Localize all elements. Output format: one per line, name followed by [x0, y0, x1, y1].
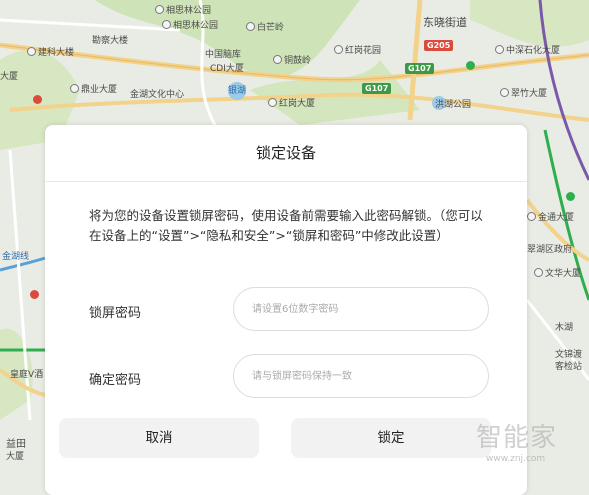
poi-icon	[495, 45, 504, 54]
lock-password-field[interactable]	[233, 287, 489, 331]
map-poi[interactable]: 白芒岭	[246, 22, 284, 33]
map-road-label: 金湖线	[2, 252, 30, 262]
map-poi[interactable]: 红岗花园	[334, 45, 381, 56]
lock-password-label: 锁屏密码	[89, 306, 142, 321]
map-poi[interactable]: 文华大厦	[534, 268, 581, 279]
confirm-password-input[interactable]	[234, 355, 488, 397]
map-poi[interactable]: 大厦	[0, 72, 18, 82]
poi-icon	[500, 88, 509, 97]
confirm-password-label: 确定密码	[89, 373, 142, 388]
map-poi[interactable]: 相思林公园	[162, 20, 218, 31]
poi-icon	[246, 22, 255, 31]
map-poi[interactable]: CDI大厦	[210, 64, 244, 74]
poi-icon	[70, 84, 79, 93]
confirm-password-field[interactable]	[233, 354, 489, 398]
title-divider	[45, 181, 527, 182]
map-poi[interactable]: 客检站	[555, 362, 582, 372]
metro-station-icon[interactable]	[466, 61, 475, 70]
map-poi[interactable]: 勘察大楼	[92, 36, 128, 46]
poi-icon	[155, 5, 164, 14]
metro-station-icon[interactable]	[566, 192, 575, 201]
lock-button[interactable]: 锁定	[291, 418, 491, 458]
watermark-url: www.znj.com	[486, 454, 546, 464]
watermark-logo-text: 智能家	[476, 423, 558, 453]
map-poi[interactable]: 铜鼓岭	[273, 55, 311, 66]
road-shield: G205	[424, 40, 454, 51]
map-poi[interactable]: 红岗大厦	[268, 98, 315, 109]
map-poi[interactable]: 皇庭V酒	[10, 370, 43, 380]
map-poi[interactable]: 金湖文化中心	[130, 90, 184, 100]
map-poi[interactable]: 木湖	[555, 323, 573, 333]
map-poi[interactable]: 益田	[6, 440, 26, 450]
watermark: 智能家 www.znj.com	[476, 417, 557, 464]
map-poi[interactable]: 银湖	[228, 86, 246, 96]
map-poi[interactable]: 翠湖区政府	[527, 245, 572, 255]
map-poi[interactable]: 金通大厦	[527, 212, 574, 223]
poi-icon	[273, 55, 282, 64]
poi-icon	[534, 268, 543, 277]
lock-device-dialog: 锁定设备 将为您的设备设置锁屏密码，使用设备前需要输入此密码解锁。（您可以在设备…	[45, 125, 527, 495]
poi-icon	[268, 98, 277, 107]
map-poi[interactable]: 中深石化大厦	[495, 45, 560, 56]
map-poi[interactable]: 文锦渡	[555, 350, 582, 360]
map-poi[interactable]: 翠竹大厦	[500, 88, 547, 99]
poi-icon	[334, 45, 343, 54]
cancel-button[interactable]: 取消	[59, 418, 259, 458]
road-shield: G107	[405, 63, 435, 74]
poi-icon	[162, 20, 171, 29]
lock-password-input[interactable]	[234, 288, 488, 330]
metro-station-icon[interactable]	[30, 290, 39, 299]
map-poi[interactable]: 大厦	[6, 452, 24, 462]
map-poi[interactable]: 中国脑库	[205, 50, 241, 60]
poi-icon	[27, 47, 36, 56]
poi-icon	[527, 212, 536, 221]
map-poi[interactable]: 鼎业大厦	[70, 84, 117, 95]
map-poi[interactable]: 建科大楼	[27, 47, 74, 58]
map-poi[interactable]: 洪湖公园	[435, 100, 471, 110]
map-poi[interactable]: 相思林公园	[155, 5, 211, 16]
dialog-title: 锁定设备	[255, 144, 316, 162]
road-shield: G107	[362, 83, 392, 94]
map-district-label[interactable]: 东晓街道	[423, 17, 467, 28]
dialog-description: 将为您的设备设置锁屏密码，使用设备前需要输入此密码解锁。（您可以在设备上的“设置…	[89, 208, 483, 243]
metro-station-icon[interactable]	[33, 95, 42, 104]
